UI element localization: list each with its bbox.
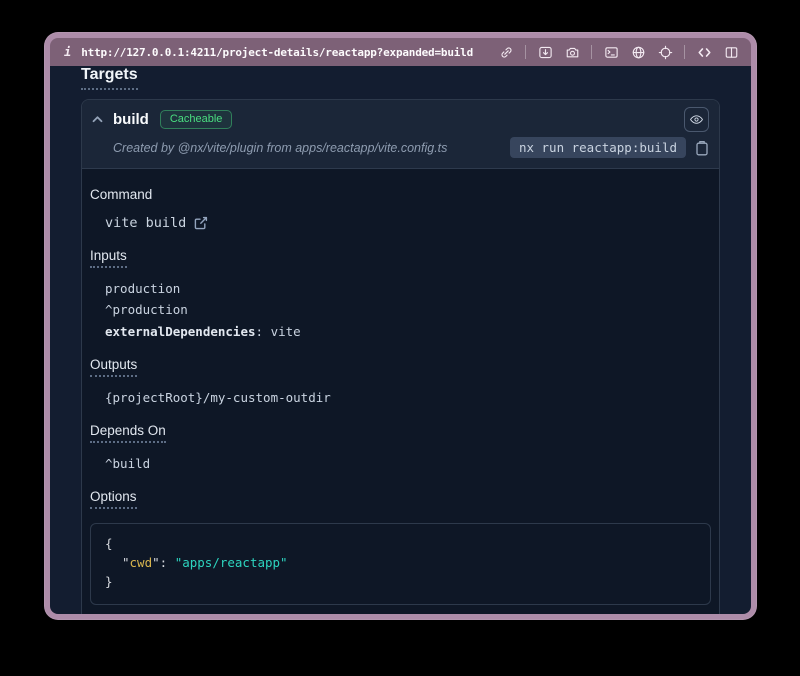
toolbar-separator <box>525 45 526 59</box>
run-command-chip: nx run reactapp:build <box>510 137 686 158</box>
section-heading-inputs: Inputs <box>90 248 127 268</box>
section-heading-options: Options <box>90 489 137 509</box>
json-string-value: "apps/reactapp" <box>175 555 288 570</box>
toolbar-separator <box>591 45 592 59</box>
terminal-icon[interactable] <box>603 44 619 60</box>
camera-icon[interactable] <box>564 44 580 60</box>
browser-window: i http://127.0.0.1:4211/project-details/… <box>44 32 757 620</box>
output-item: {projectRoot}/my-custom-outdir <box>105 389 711 406</box>
split-panel-icon[interactable] <box>723 44 739 60</box>
browser-toolbar: i http://127.0.0.1:4211/project-details/… <box>50 38 751 66</box>
toolbar-separator <box>684 45 685 59</box>
view-target-graph-button[interactable] <box>684 107 709 132</box>
input-item: ^production <box>105 301 711 318</box>
section-heading-command: Command <box>90 187 152 202</box>
target-locator-icon[interactable] <box>657 44 673 60</box>
chevron-up-icon[interactable] <box>91 113 104 126</box>
json-line: } <box>105 573 696 592</box>
section-heading-outputs: Outputs <box>90 357 137 377</box>
command-value: vite build <box>105 215 186 231</box>
eye-icon <box>689 112 704 127</box>
project-details-page: Targets build Cacheable <box>50 66 751 614</box>
target-card-build: build Cacheable Created by @nx/vite/plug… <box>81 99 720 614</box>
input-item-external-dependencies: externalDependencies: vite <box>105 323 711 340</box>
depends-on-item: ^build <box>105 455 711 472</box>
copy-command-button[interactable] <box>695 140 709 156</box>
code-icon[interactable] <box>696 44 712 60</box>
json-line: "cwd": "apps/reactapp" <box>105 554 696 573</box>
globe-icon[interactable] <box>630 44 646 60</box>
json-line: { <box>105 535 696 554</box>
clipboard-icon <box>695 140 709 156</box>
save-capture-icon[interactable] <box>537 44 553 60</box>
options-json-block: { "cwd": "apps/reactapp" } <box>90 523 711 604</box>
command-link[interactable]: vite build <box>105 215 208 231</box>
info-icon: i <box>64 45 71 59</box>
page-title: Targets <box>81 66 138 90</box>
link-icon[interactable] <box>498 44 514 60</box>
json-key: cwd <box>130 555 153 570</box>
cacheable-badge: Cacheable <box>160 110 233 130</box>
build-card-header[interactable]: build Cacheable Created by @nx/vite/plug… <box>82 100 719 169</box>
address-bar[interactable]: http://127.0.0.1:4211/project-details/re… <box>81 46 473 59</box>
external-link-icon <box>194 216 208 230</box>
section-heading-depends-on: Depends On <box>90 423 166 443</box>
created-by-text: Created by @nx/vite/plugin from apps/rea… <box>113 141 447 155</box>
input-item: production <box>105 280 711 297</box>
build-card-body: Command vite build Inputs production ^pr… <box>82 169 719 614</box>
target-name-build: build <box>113 111 149 128</box>
